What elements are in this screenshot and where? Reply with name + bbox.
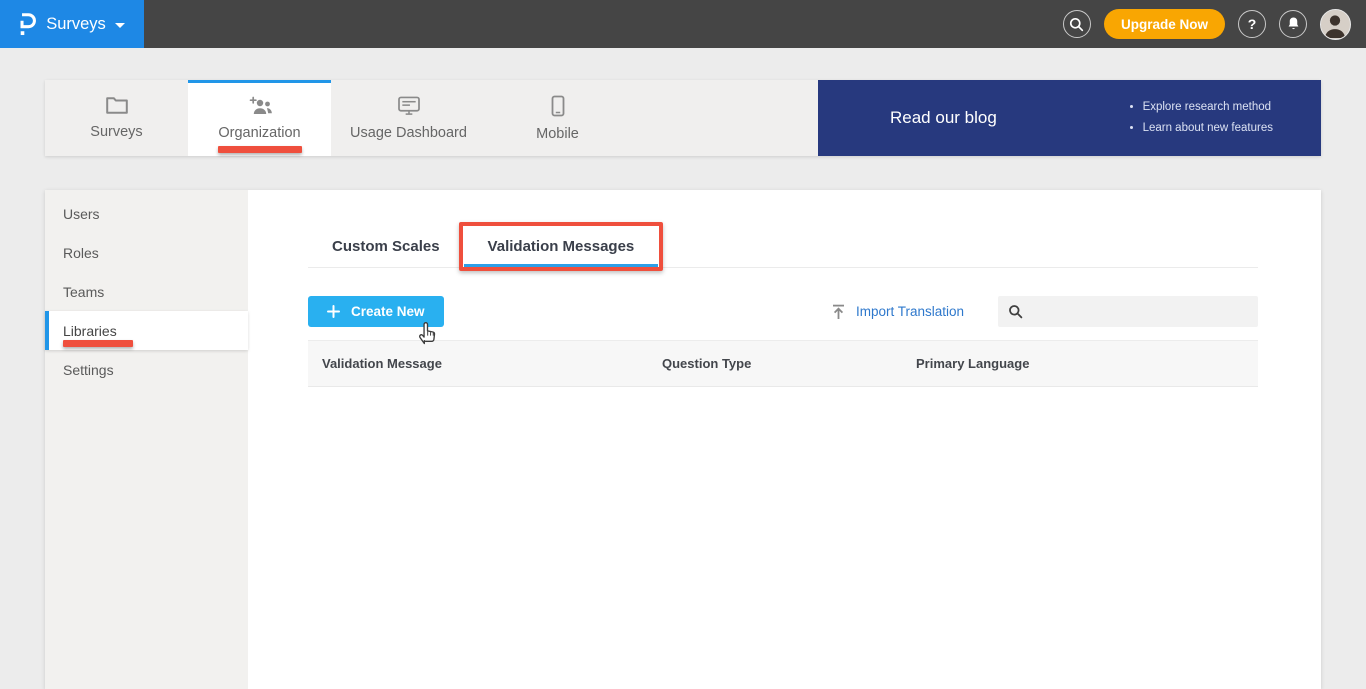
sidebar-item-libraries[interactable]: Libraries: [45, 311, 248, 350]
folder-icon: [105, 96, 129, 115]
organization-sidebar: Users Roles Teams Libraries Settings: [45, 190, 248, 689]
column-header-question-type: Question Type: [662, 356, 752, 371]
tab-validation-messages[interactable]: Validation Messages: [458, 222, 664, 271]
help-button[interactable]: ?: [1238, 10, 1266, 38]
import-translation-label: Import Translation: [855, 304, 964, 319]
nav-tab-label: Mobile: [536, 125, 579, 142]
create-new-label: Create New: [351, 304, 425, 319]
nav-tab-mobile[interactable]: Mobile: [486, 80, 629, 156]
sidebar-item-label: Users: [63, 205, 100, 222]
libraries-content: Custom Scales Validation Messages Create…: [248, 190, 1321, 689]
create-new-button[interactable]: Create New: [308, 296, 444, 327]
magnifier-icon: [1008, 304, 1023, 319]
table-search-input[interactable]: [1031, 303, 1248, 320]
nav-tab-usage-dashboard[interactable]: Usage Dashboard: [331, 80, 486, 156]
blog-bullet: Explore research method: [1143, 97, 1273, 118]
plus-icon: [327, 305, 340, 318]
blog-banner[interactable]: Read our blog Explore research method Le…: [818, 80, 1321, 156]
column-header-primary-language: Primary Language: [916, 356, 1030, 371]
annotation-underline-libraries: [63, 340, 133, 347]
sidebar-item-settings[interactable]: Settings: [45, 350, 248, 389]
column-header-validation-message: Validation Message: [322, 356, 442, 371]
blog-bullet-list: Explore research method Learn about new …: [1127, 97, 1273, 139]
sidebar-item-label: Libraries: [63, 322, 117, 339]
tab-label: Custom Scales: [332, 238, 440, 255]
library-tabs: Custom Scales Validation Messages: [308, 222, 1258, 271]
avatar-photo: [1321, 9, 1349, 38]
topbar: Surveys Upgrade Now ?: [0, 0, 1366, 48]
validation-table-header: Validation Message Question Type Primary…: [308, 340, 1258, 387]
people-plus-icon: [246, 96, 274, 116]
blog-title: Read our blog: [890, 108, 997, 127]
module-nav: Surveys Organization Usage Dashboard Mob…: [45, 80, 1321, 156]
user-avatar[interactable]: [1320, 8, 1351, 40]
toolbar-right: Import Translation: [831, 296, 1258, 327]
nav-tab-label: Organization: [218, 124, 301, 141]
sidebar-item-label: Teams: [63, 283, 105, 300]
tab-custom-scales[interactable]: Custom Scales: [308, 226, 464, 267]
nav-tab-surveys[interactable]: Surveys: [45, 80, 188, 156]
product-switcher[interactable]: Surveys: [0, 0, 144, 48]
search-icon: [1069, 17, 1084, 32]
search-button[interactable]: [1062, 10, 1091, 38]
nav-tab-organization[interactable]: Organization: [188, 80, 331, 156]
sidebar-item-users[interactable]: Users: [45, 194, 248, 233]
topbar-actions: Upgrade Now ?: [1062, 8, 1366, 40]
blog-bullet: Learn about new features: [1143, 118, 1273, 139]
product-name: Surveys: [46, 14, 106, 33]
upload-icon: [831, 304, 846, 320]
main-card: Users Roles Teams Libraries Settings Cus…: [45, 190, 1321, 689]
sidebar-item-teams[interactable]: Teams: [45, 272, 248, 311]
nav-tab-label: Usage Dashboard: [350, 124, 467, 141]
import-translation-link[interactable]: Import Translation: [831, 304, 964, 320]
dashboard-icon: [397, 96, 421, 116]
upgrade-now-button[interactable]: Upgrade Now: [1103, 9, 1225, 39]
toolbar: Create New Import Translation: [308, 296, 1258, 345]
bell-icon: [1286, 16, 1301, 32]
nav-tab-label: Surveys: [90, 124, 143, 140]
caret-down-icon: [114, 22, 125, 28]
annotation-underline-organization: [217, 146, 302, 153]
notifications-button[interactable]: [1279, 10, 1307, 38]
sidebar-item-label: Settings: [63, 361, 114, 378]
sidebar-item-label: Roles: [63, 244, 99, 261]
smartphone-icon: [551, 95, 565, 117]
questionpro-logo-icon: [19, 12, 37, 37]
sidebar-item-roles[interactable]: Roles: [45, 233, 248, 272]
question-mark-icon: ?: [1247, 16, 1257, 32]
search-box: [998, 296, 1258, 327]
tab-label: Validation Messages: [487, 238, 635, 255]
